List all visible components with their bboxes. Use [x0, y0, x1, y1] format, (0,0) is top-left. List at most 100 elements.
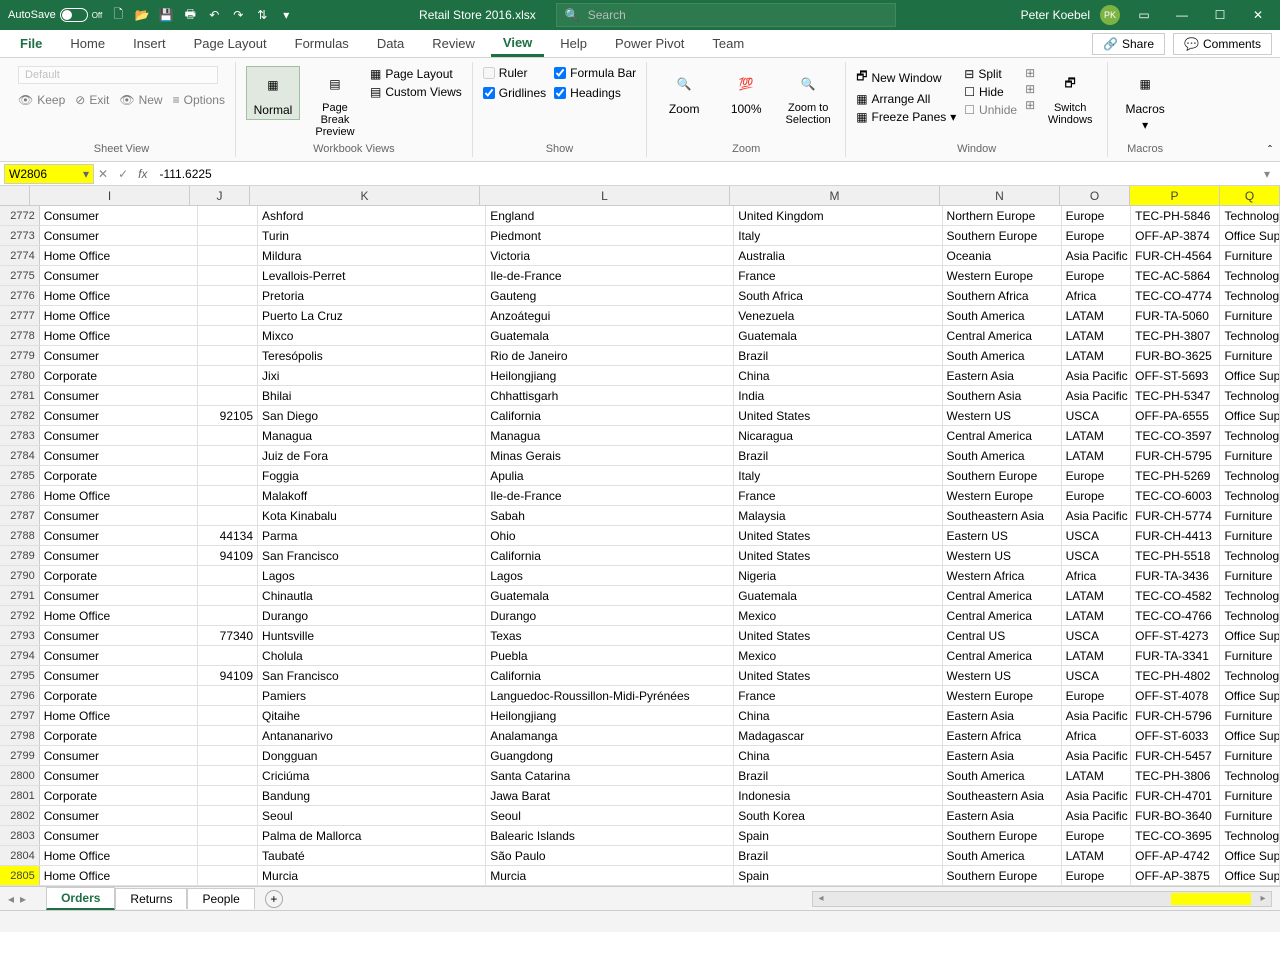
cell[interactable]: LATAM: [1062, 306, 1132, 325]
cell[interactable]: Parma: [258, 526, 486, 545]
cell[interactable]: Europe: [1062, 466, 1132, 485]
cell[interactable]: OFF-ST-6033: [1131, 726, 1220, 745]
cell[interactable]: Southern Europe: [943, 826, 1062, 845]
cell[interactable]: Office Sup: [1220, 866, 1280, 885]
cell[interactable]: Consumer: [40, 506, 199, 525]
cell[interactable]: Home Office: [40, 606, 199, 625]
accept-formula-icon[interactable]: ✓: [118, 167, 128, 181]
cell[interactable]: Brazil: [734, 766, 942, 785]
cell[interactable]: United States: [734, 406, 942, 425]
cell[interactable]: TEC-PH-5269: [1131, 466, 1220, 485]
cell[interactable]: Europe: [1062, 206, 1132, 225]
cell[interactable]: [198, 646, 258, 665]
row-header[interactable]: 2791: [0, 586, 40, 605]
cell[interactable]: California: [486, 406, 734, 425]
cell[interactable]: Criciúma: [258, 766, 486, 785]
cell[interactable]: [198, 846, 258, 865]
cell[interactable]: Eastern Africa: [943, 726, 1062, 745]
headings-checkbox[interactable]: Headings: [554, 86, 636, 100]
page-layout-button[interactable]: ▦ Page Layout: [370, 66, 462, 82]
column-header[interactable]: Q: [1220, 186, 1280, 205]
tab-home[interactable]: Home: [58, 32, 117, 55]
cell[interactable]: Furniture: [1220, 646, 1280, 665]
split-button[interactable]: ⊟ Split: [964, 66, 1017, 82]
cell[interactable]: Ile-de-France: [486, 266, 734, 285]
row-header[interactable]: 2801: [0, 786, 40, 805]
cell[interactable]: TEC-PH-3807: [1131, 326, 1220, 345]
cell[interactable]: Furniture: [1220, 786, 1280, 805]
cell[interactable]: Consumer: [40, 266, 199, 285]
cell[interactable]: Italy: [734, 466, 942, 485]
cell[interactable]: Asia Pacific: [1062, 706, 1132, 725]
cell[interactable]: Europe: [1062, 686, 1132, 705]
cell[interactable]: Nigeria: [734, 566, 942, 585]
cell[interactable]: LATAM: [1062, 326, 1132, 345]
cell[interactable]: Dongguan: [258, 746, 486, 765]
cancel-formula-icon[interactable]: ✕: [98, 167, 108, 181]
column-header[interactable]: P: [1130, 186, 1220, 205]
cell[interactable]: [198, 706, 258, 725]
cell[interactable]: [198, 686, 258, 705]
cell[interactable]: FUR-CH-4701: [1131, 786, 1220, 805]
cell[interactable]: FUR-TA-3436: [1131, 566, 1220, 585]
new-button[interactable]: 👁 New: [119, 92, 162, 108]
cell[interactable]: [198, 306, 258, 325]
cell[interactable]: LATAM: [1062, 606, 1132, 625]
tab-file[interactable]: File: [8, 32, 54, 55]
cell[interactable]: Apulia: [486, 466, 734, 485]
row-header[interactable]: 2781: [0, 386, 40, 405]
cell[interactable]: China: [734, 746, 942, 765]
cell[interactable]: Puebla: [486, 646, 734, 665]
cell[interactable]: South Korea: [734, 806, 942, 825]
cell[interactable]: [198, 606, 258, 625]
cell[interactable]: Murcia: [486, 866, 734, 885]
cell[interactable]: [198, 566, 258, 585]
cell[interactable]: Kota Kinabalu: [258, 506, 486, 525]
cell[interactable]: Technolog: [1220, 206, 1280, 225]
cell[interactable]: 77340: [198, 626, 258, 645]
ruler-checkbox[interactable]: Ruler: [483, 66, 546, 80]
column-header[interactable]: K: [250, 186, 480, 205]
cell[interactable]: LATAM: [1062, 646, 1132, 665]
cell[interactable]: [198, 326, 258, 345]
cell[interactable]: Venezuela: [734, 306, 942, 325]
column-header[interactable]: J: [190, 186, 250, 205]
cell[interactable]: Technolog: [1220, 766, 1280, 785]
row-header[interactable]: 2784: [0, 446, 40, 465]
cell[interactable]: Levallois-Perret: [258, 266, 486, 285]
cell[interactable]: Spain: [734, 826, 942, 845]
cell[interactable]: Antananarivo: [258, 726, 486, 745]
row-header[interactable]: 2795: [0, 666, 40, 685]
cell[interactable]: [198, 826, 258, 845]
cell[interactable]: Home Office: [40, 486, 199, 505]
cell[interactable]: Corporate: [40, 566, 199, 585]
cell[interactable]: Anzoátegui: [486, 306, 734, 325]
cell[interactable]: OFF-ST-4078: [1131, 686, 1220, 705]
cell[interactable]: 94109: [198, 546, 258, 565]
unhide-button[interactable]: ☐ Unhide: [964, 102, 1017, 118]
cell[interactable]: Managua: [486, 426, 734, 445]
cell[interactable]: Consumer: [40, 346, 199, 365]
maximize-icon[interactable]: ☐: [1206, 1, 1234, 29]
cell[interactable]: Turin: [258, 226, 486, 245]
cell[interactable]: Guatemala: [734, 326, 942, 345]
cell[interactable]: Pretoria: [258, 286, 486, 305]
cell[interactable]: [198, 486, 258, 505]
close-icon[interactable]: ✕: [1244, 1, 1272, 29]
cell[interactable]: Asia Pacific: [1062, 806, 1132, 825]
row-header[interactable]: 2788: [0, 526, 40, 545]
cell[interactable]: Piedmont: [486, 226, 734, 245]
cell[interactable]: Gauteng: [486, 286, 734, 305]
new-file-icon[interactable]: 🗋: [110, 7, 126, 23]
row-header[interactable]: 2779: [0, 346, 40, 365]
cell[interactable]: Office Sup: [1220, 846, 1280, 865]
row-header[interactable]: 2804: [0, 846, 40, 865]
cell[interactable]: France: [734, 266, 942, 285]
cell[interactable]: Italy: [734, 226, 942, 245]
fx-icon[interactable]: fx: [138, 167, 147, 181]
cell[interactable]: TEC-CO-4774: [1131, 286, 1220, 305]
column-header[interactable]: M: [730, 186, 940, 205]
cell[interactable]: 44134: [198, 526, 258, 545]
tab-formulas[interactable]: Formulas: [283, 32, 361, 55]
cell[interactable]: OFF-AP-3874: [1131, 226, 1220, 245]
